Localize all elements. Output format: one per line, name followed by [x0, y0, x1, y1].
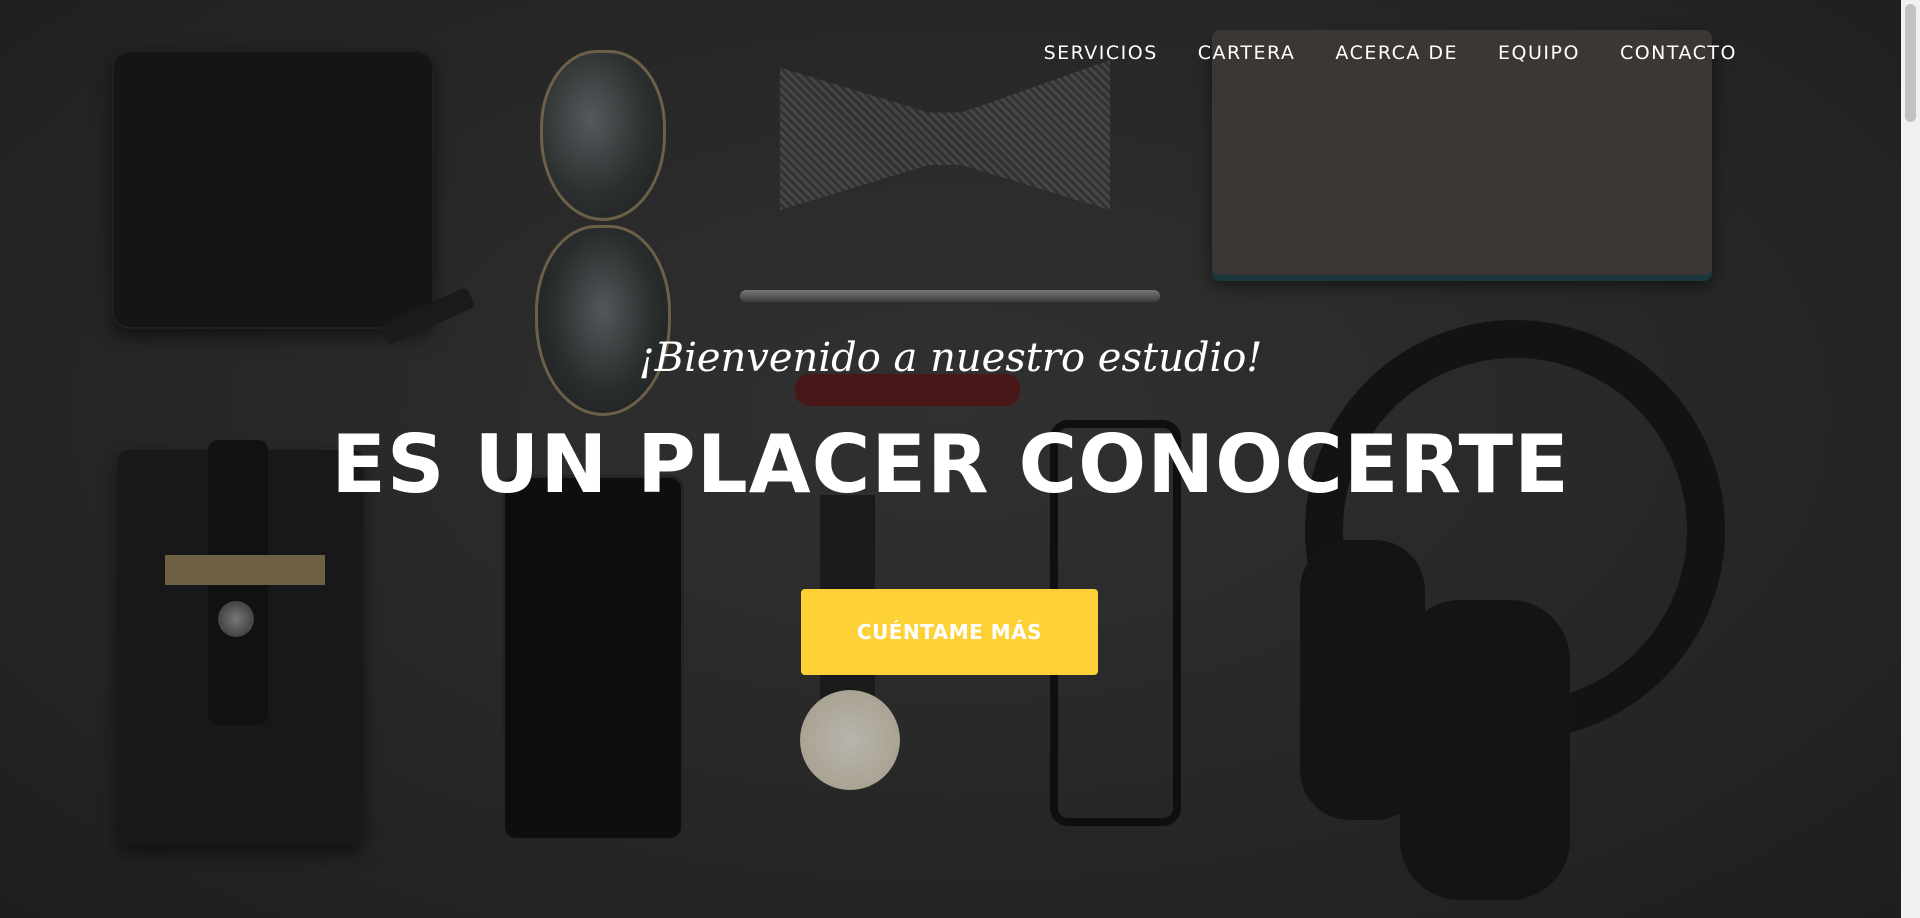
nav-link-acerca-de[interactable]: ACERCA DE — [1315, 40, 1478, 66]
scrollbar-thumb[interactable] — [1905, 4, 1916, 122]
nav-link-contacto[interactable]: CONTACTO — [1600, 40, 1737, 66]
hero-lead-text: ¡Bienvenido a nuestro estudio! — [638, 335, 1263, 381]
tell-me-more-button[interactable]: CUÉNTAME MÁS — [801, 589, 1098, 675]
nav-link-servicios[interactable]: SERVICIOS — [1024, 40, 1178, 66]
vertical-scrollbar[interactable] — [1901, 0, 1920, 918]
hero-section: SERVICIOS CARTERA ACERCA DE EQUIPO CONTA… — [0, 0, 1901, 918]
nav-link-equipo[interactable]: EQUIPO — [1478, 40, 1600, 66]
nav-link-cartera[interactable]: CARTERA — [1178, 40, 1316, 66]
main-nav: SERVICIOS CARTERA ACERCA DE EQUIPO CONTA… — [1024, 40, 1737, 66]
hero-heading: ES UN PLACER CONOCERTE — [331, 418, 1570, 511]
